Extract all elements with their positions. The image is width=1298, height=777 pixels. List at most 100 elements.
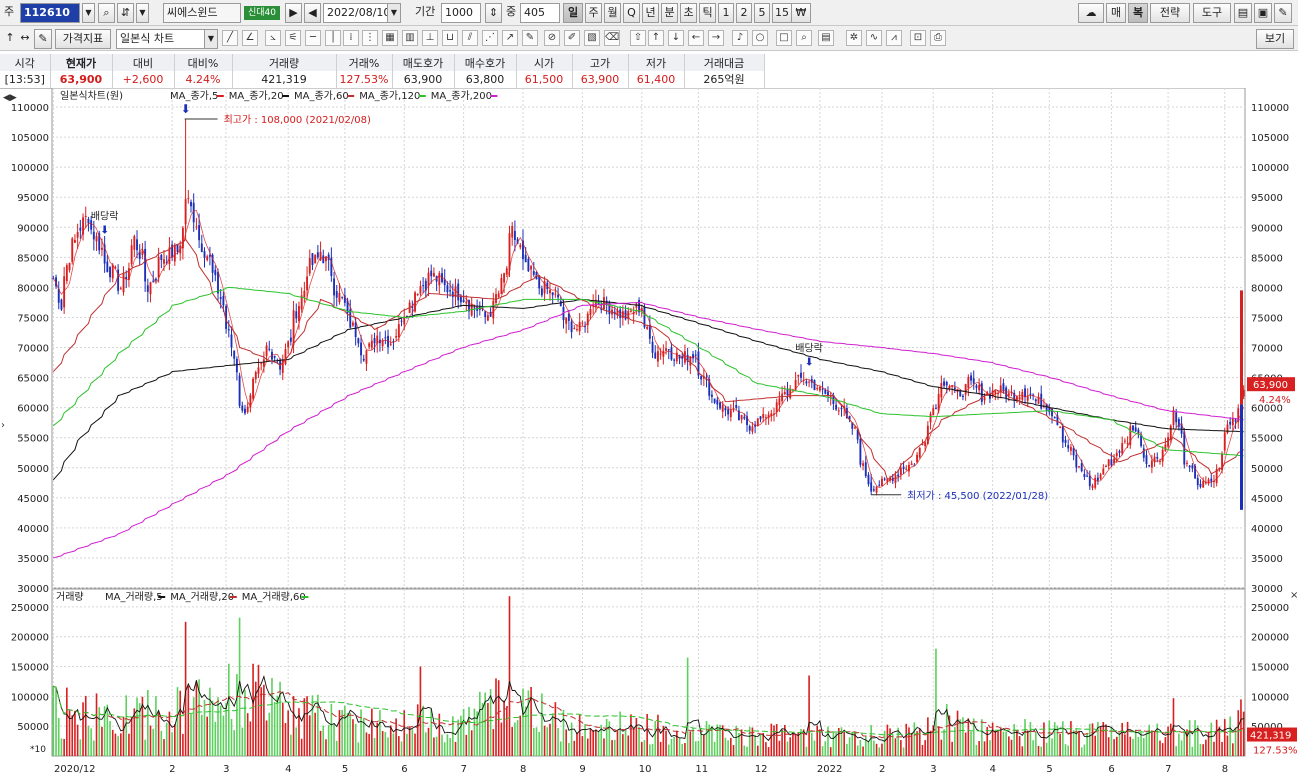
scroll-up-icon[interactable]: ↑	[3, 30, 17, 46]
arrow-right-icon[interactable]: →	[708, 30, 724, 46]
timeframe-button[interactable]: 5	[754, 3, 770, 23]
tools-button[interactable]: 도구	[1193, 3, 1231, 23]
timeframe-button[interactable]: 초	[680, 3, 697, 23]
code-dropdown-button[interactable]: ▼	[82, 3, 95, 23]
period-input[interactable]: 1000	[441, 3, 481, 23]
fan-tool-icon[interactable]: ⚟	[285, 30, 301, 46]
settings-icon[interactable]: ✎	[1274, 3, 1292, 23]
zoom-icon[interactable]: ⌕	[796, 30, 812, 46]
volume-bar	[1229, 716, 1231, 756]
open-folder-icon[interactable]: ▤	[1234, 3, 1252, 23]
move-up-icon[interactable]: ⇧	[630, 30, 646, 46]
arrow-down-icon[interactable]: ↓	[668, 30, 684, 46]
timeframe-button[interactable]: Q	[623, 3, 640, 23]
timeframe-button[interactable]: 15	[772, 3, 792, 23]
snap-icon[interactable]: ▤	[818, 30, 834, 46]
crop-icon[interactable]: ⊡	[910, 30, 926, 46]
eraser-icon[interactable]: ⌫	[604, 30, 620, 46]
date-dropdown-icon[interactable]: ▼	[387, 4, 400, 22]
volume-bar	[1223, 719, 1226, 756]
vertical-line-icon[interactable]: │	[325, 30, 341, 46]
stock-code-input[interactable]: 112610	[20, 3, 80, 23]
volume-bar	[886, 724, 889, 756]
angle-line-icon[interactable]: ⦣	[265, 30, 281, 46]
rectangle-tool-icon[interactable]: □	[776, 30, 792, 46]
wave-icon[interactable]: ∿	[866, 30, 882, 46]
fibo-retrace-icon[interactable]: ⁞	[343, 30, 359, 46]
circle-tool-icon[interactable]: ○	[752, 30, 768, 46]
view-button[interactable]: 보기	[1256, 29, 1294, 49]
gann-grid-icon[interactable]: ▥	[402, 30, 418, 46]
timeframe-button[interactable]: 분	[661, 3, 678, 23]
angle-tool-icon[interactable]: ∠	[242, 30, 258, 46]
print-icon[interactable]: ⎙	[930, 30, 946, 46]
arrow-up-icon[interactable]: ↑	[648, 30, 664, 46]
trend-channel-icon[interactable]: ⫽	[462, 30, 478, 46]
image-icon[interactable]: ▧	[584, 30, 600, 46]
arrow-left-icon[interactable]: ←	[688, 30, 704, 46]
volume-bar	[643, 740, 646, 756]
bar-tool-icon[interactable]: ⊥	[422, 30, 438, 46]
volume-bar	[532, 727, 535, 756]
candle-body	[743, 416, 746, 419]
timeframe-button[interactable]: 틱	[699, 3, 716, 23]
volume-bar	[991, 722, 994, 756]
brush-icon[interactable]: ✐	[564, 30, 580, 46]
grid-tool-icon[interactable]: ▦	[382, 30, 398, 46]
cloud-icon[interactable]: ☁	[1078, 3, 1104, 23]
candle-body	[500, 277, 503, 295]
next-icon[interactable]: ▶	[285, 3, 302, 23]
scroll-horizontal-icon[interactable]: ↔	[17, 30, 33, 46]
candle-body	[136, 239, 138, 251]
zigzag-icon[interactable]: ⩘	[886, 30, 902, 46]
prev-icon[interactable]: ◀	[304, 3, 321, 23]
chart-type-dropdown-icon[interactable]: ▼	[204, 30, 217, 48]
sort-icon[interactable]: ⇵	[117, 3, 134, 23]
target-icon[interactable]: ✲	[846, 30, 862, 46]
multi-chart-button[interactable]: 복	[1128, 3, 1148, 23]
chart-canvas[interactable]: 30000 3000035000 3500040000 4000045000 45000…	[0, 88, 1298, 777]
volume-bar	[918, 728, 921, 756]
volume-bar	[924, 740, 926, 756]
horizontal-line-icon[interactable]: ─	[305, 30, 321, 46]
strategy-button[interactable]: 전략	[1150, 3, 1190, 23]
candle-body	[322, 255, 325, 264]
edit-icon[interactable]: ✎	[34, 29, 52, 49]
search-icon[interactable]: ⌕	[98, 3, 115, 23]
timeframe-button[interactable]: 1	[718, 3, 734, 23]
color-picker-icon[interactable]: ⊘	[544, 30, 560, 46]
quote-value-cell: 63,900	[572, 71, 629, 89]
timeframe-button[interactable]: 월	[604, 3, 621, 23]
chart-type-select[interactable]: 일본식 차트 ▼	[116, 29, 218, 49]
volume-bar	[638, 726, 640, 756]
candle-body	[805, 381, 808, 384]
volume-bar	[619, 711, 621, 756]
history-dropdown-button[interactable]: ▼	[136, 3, 149, 23]
pencil-icon[interactable]: ✎	[522, 30, 538, 46]
count-input[interactable]: 405	[520, 3, 560, 23]
buy-sell-button[interactable]: 매	[1106, 3, 1126, 23]
candle-body	[1231, 418, 1234, 426]
volume-bar	[457, 719, 460, 756]
date-input[interactable]: 2022/08/10 ▼	[323, 3, 401, 23]
candle-body	[1094, 477, 1097, 488]
candle-body	[813, 380, 816, 391]
candle-body	[362, 358, 365, 361]
price-indicator-button[interactable]: 가격지표	[55, 29, 111, 49]
fibo-time-icon[interactable]: ⋮	[362, 30, 378, 46]
timeframe-button[interactable]: 주	[585, 3, 602, 23]
period-spinner-icon[interactable]: ⇕	[485, 3, 502, 23]
timeframe-button[interactable]: 년	[642, 3, 659, 23]
cycle-tool-icon[interactable]: ⊔	[442, 30, 458, 46]
music-note-icon[interactable]: ♪	[732, 30, 748, 46]
save-icon[interactable]: ▣	[1254, 3, 1272, 23]
currency-icon[interactable]: ₩	[791, 3, 811, 23]
regression-icon[interactable]: ⋰	[482, 30, 498, 46]
line-tool-icon[interactable]: ╱	[222, 30, 238, 46]
arrow-line-icon[interactable]: ↗	[502, 30, 518, 46]
timeframe-button[interactable]: 일	[563, 3, 583, 23]
candle-body	[473, 307, 476, 309]
timeframe-button[interactable]: 2	[736, 3, 752, 23]
candle-body	[1026, 396, 1029, 401]
volume-bar	[149, 725, 152, 756]
